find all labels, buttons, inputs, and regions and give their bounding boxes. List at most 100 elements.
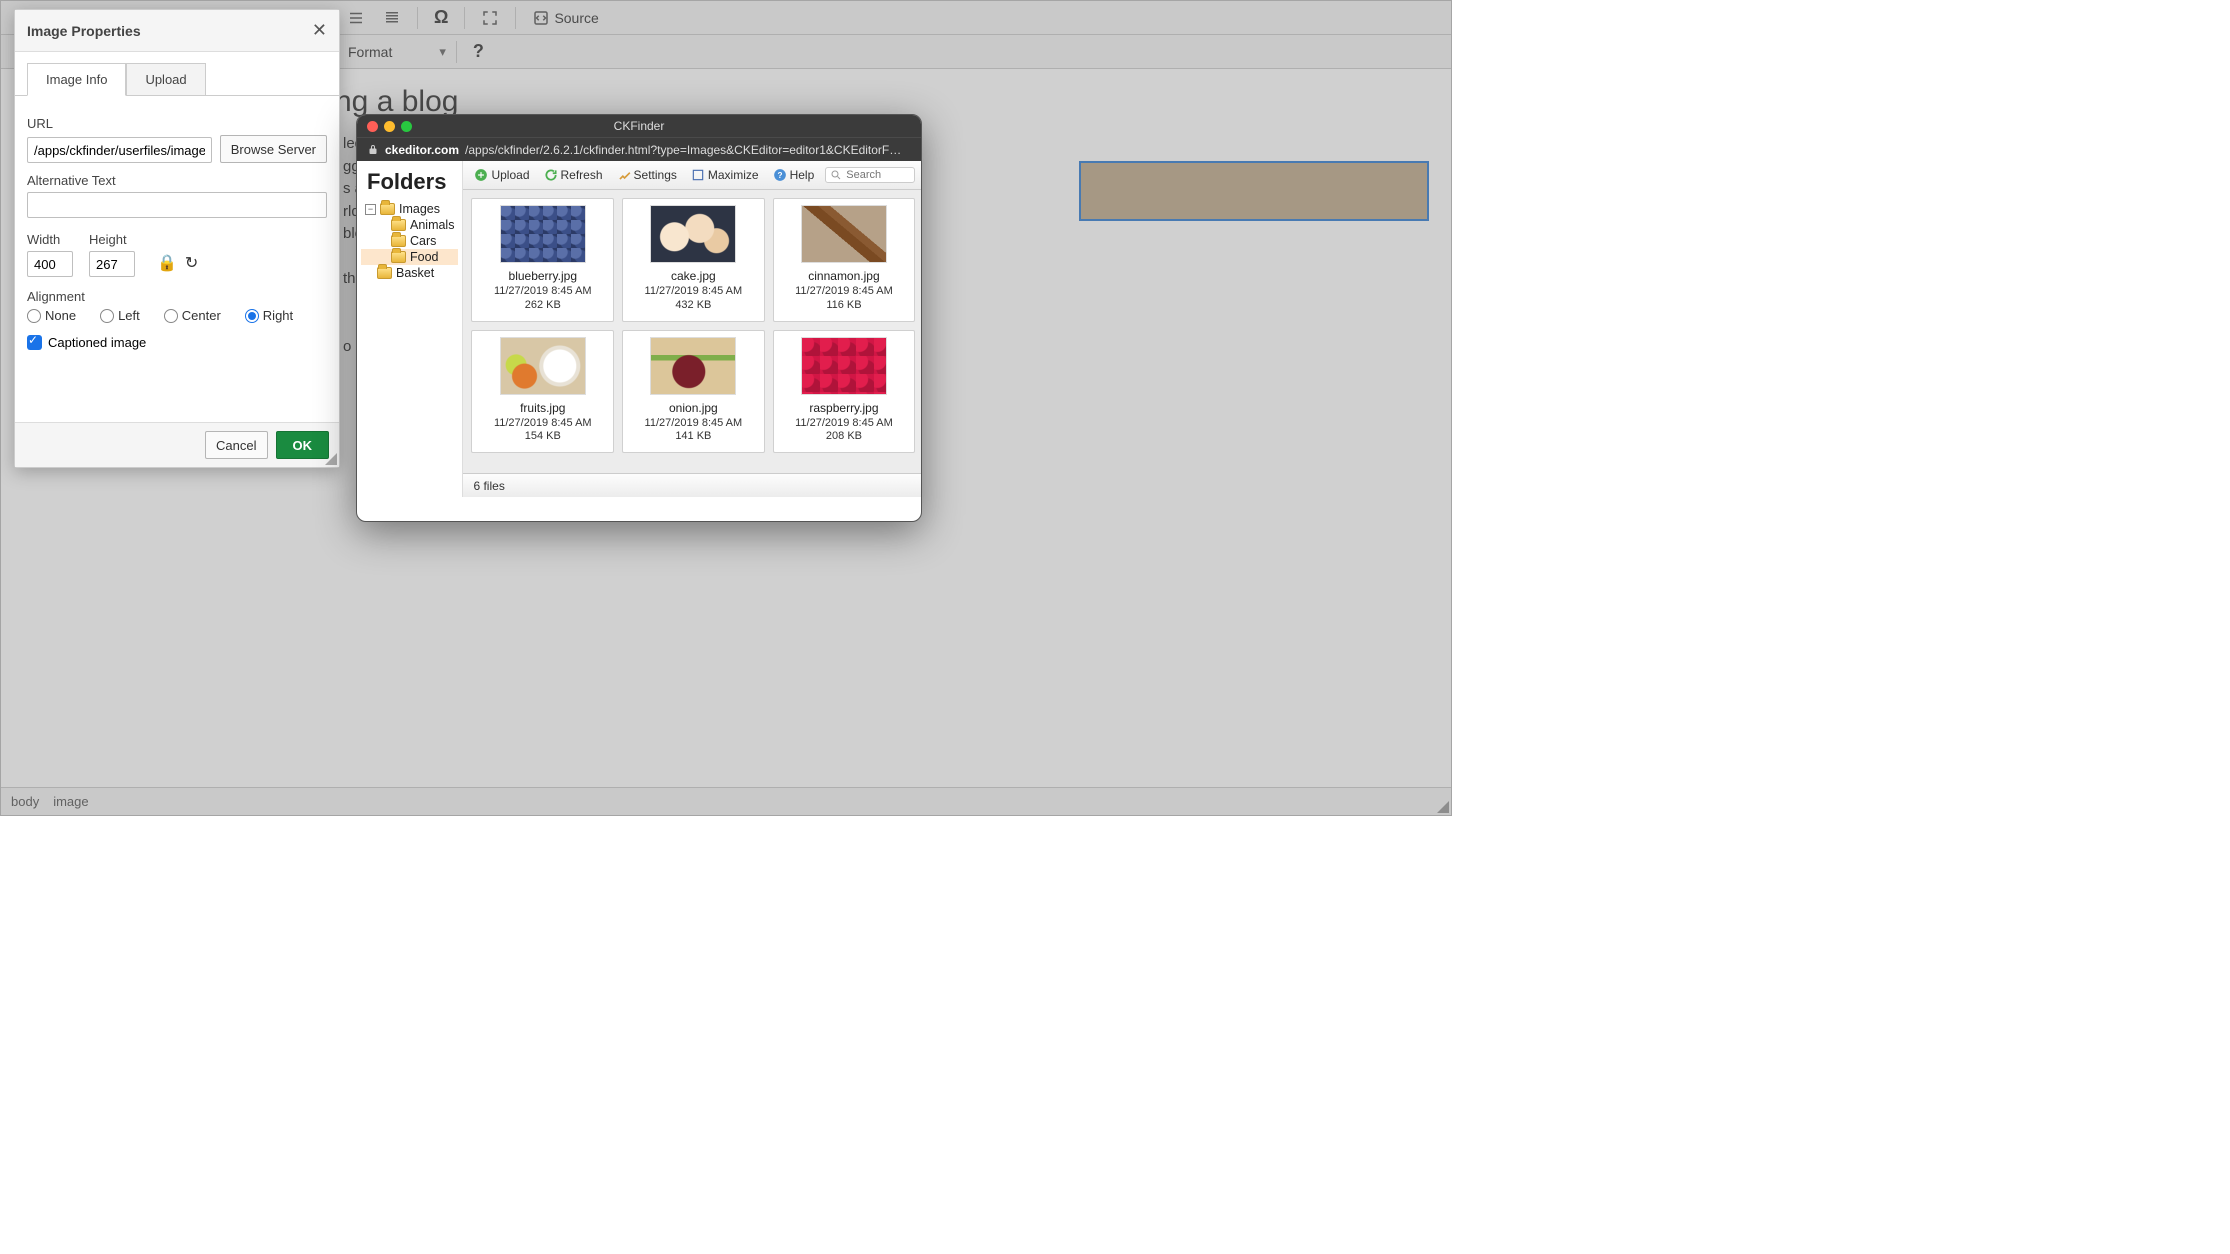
tree-node-food[interactable]: Food bbox=[361, 249, 458, 265]
selected-image-placeholder[interactable] bbox=[1079, 161, 1429, 221]
omega-icon[interactable]: Ω bbox=[428, 5, 454, 30]
file-name: fruits.jpg bbox=[520, 401, 565, 415]
lock-icon bbox=[367, 144, 379, 156]
height-input[interactable] bbox=[89, 251, 135, 277]
ok-button[interactable]: OK bbox=[276, 431, 330, 459]
justify-icon[interactable] bbox=[341, 7, 371, 29]
file-name: cake.jpg bbox=[671, 269, 716, 283]
file-thumbnail bbox=[801, 337, 887, 395]
elements-path-body[interactable]: body bbox=[11, 794, 39, 809]
file-thumbnail bbox=[650, 337, 736, 395]
file-item[interactable]: blueberry.jpg 11/27/2019 8:45 AM262 KB bbox=[471, 198, 614, 322]
help-button[interactable]: ? Help bbox=[770, 166, 818, 184]
toolbar-separator bbox=[456, 41, 457, 63]
lock-ratio-icon[interactable]: 🔒 bbox=[157, 253, 177, 273]
toolbar-separator bbox=[417, 7, 418, 29]
help-icon[interactable]: ? bbox=[467, 39, 490, 64]
tab-image-info[interactable]: Image Info bbox=[27, 63, 126, 96]
alignment-radio-group: None Left Center Right bbox=[27, 308, 327, 323]
browse-server-button[interactable]: Browse Server bbox=[220, 135, 327, 163]
dialog-footer: Cancel OK bbox=[15, 422, 339, 467]
collapse-icon[interactable]: − bbox=[365, 204, 376, 215]
file-item[interactable]: onion.jpg 11/27/2019 8:45 AM141 KB bbox=[622, 330, 765, 454]
file-size: 141 KB bbox=[675, 430, 711, 444]
file-size: 154 KB bbox=[525, 430, 561, 444]
maximize-button[interactable]: Maximize bbox=[688, 166, 762, 184]
height-label: Height bbox=[89, 232, 135, 247]
file-date: 11/27/2019 8:45 AM bbox=[795, 285, 893, 299]
file-size: 262 KB bbox=[525, 299, 561, 313]
file-item[interactable]: raspberry.jpg11/27/2019 8:45 AM208 KB bbox=[773, 330, 916, 454]
align-center[interactable]: Center bbox=[164, 308, 221, 323]
editor-status-bar: body image bbox=[1, 787, 1451, 815]
justify-full-icon[interactable] bbox=[377, 7, 407, 29]
captioned-image-checkbox[interactable]: Captioned image bbox=[27, 335, 327, 350]
finder-toolbar: Upload Refresh Settings Maximize ? Help bbox=[463, 161, 922, 190]
zoom-window-icon[interactable] bbox=[401, 121, 412, 132]
settings-button[interactable]: Settings bbox=[614, 166, 680, 184]
upload-button[interactable]: Upload bbox=[471, 166, 532, 184]
search-input[interactable] bbox=[846, 169, 906, 181]
tree-node-images[interactable]: − Images bbox=[361, 201, 458, 217]
folder-tree-panel: Folders − Images Animals Cars Food Baske… bbox=[357, 161, 463, 497]
file-item[interactable]: cinnamon.jpg11/27/2019 8:45 AM116 KB bbox=[773, 198, 916, 322]
close-window-icon[interactable] bbox=[367, 121, 378, 132]
source-label: Source bbox=[554, 10, 598, 26]
folder-icon bbox=[377, 267, 392, 279]
reset-size-icon[interactable]: ↻ bbox=[185, 253, 198, 273]
file-date: 11/27/2019 8:45 AM bbox=[645, 417, 743, 431]
folder-icon bbox=[391, 219, 406, 231]
width-label: Width bbox=[27, 232, 73, 247]
file-thumbnail bbox=[801, 205, 887, 263]
file-name: blueberry.jpg bbox=[509, 269, 577, 283]
file-date: 11/27/2019 8:45 AM bbox=[494, 285, 592, 299]
folder-icon bbox=[391, 235, 406, 247]
alt-text-label: Alternative Text bbox=[27, 173, 327, 188]
window-controls bbox=[367, 121, 412, 132]
file-date: 11/27/2019 8:45 AM bbox=[645, 285, 743, 299]
align-none[interactable]: None bbox=[27, 308, 76, 323]
format-label: Format bbox=[348, 44, 392, 60]
tab-upload[interactable]: Upload bbox=[126, 63, 205, 96]
format-dropdown[interactable]: Format bbox=[341, 41, 433, 63]
align-left[interactable]: Left bbox=[100, 308, 140, 323]
dialog-header: Image Properties ✕ bbox=[15, 10, 339, 52]
file-item[interactable]: cake.jpg 11/27/2019 8:45 AM432 KB bbox=[622, 198, 765, 322]
refresh-button[interactable]: Refresh bbox=[541, 166, 606, 184]
minimize-window-icon[interactable] bbox=[384, 121, 395, 132]
chevron-down-icon[interactable]: ▾ bbox=[439, 44, 446, 60]
source-button[interactable]: Source bbox=[526, 7, 604, 29]
file-grid: blueberry.jpg11/27/2019 8:45 AM262 KBcak… bbox=[463, 190, 922, 473]
file-size: 208 KB bbox=[826, 430, 862, 444]
tree-node-animals[interactable]: Animals bbox=[361, 217, 458, 233]
search-box[interactable] bbox=[825, 167, 915, 183]
image-properties-dialog: Image Properties ✕ Image Info Upload URL… bbox=[14, 9, 340, 468]
file-thumbnail bbox=[500, 205, 586, 263]
resize-grip-icon[interactable] bbox=[1437, 801, 1449, 813]
window-titlebar[interactable]: CKFinder bbox=[357, 115, 921, 137]
file-count: 6 files bbox=[473, 479, 504, 493]
address-bar[interactable]: ckeditor.com/apps/ckfinder/2.6.2.1/ckfin… bbox=[357, 137, 921, 161]
address-path: /apps/ckfinder/2.6.2.1/ckfinder.html?typ… bbox=[465, 143, 901, 157]
dialog-title: Image Properties bbox=[27, 23, 141, 39]
tree-node-cars[interactable]: Cars bbox=[361, 233, 458, 249]
width-input[interactable] bbox=[27, 251, 73, 277]
url-input[interactable] bbox=[27, 137, 212, 163]
file-name: onion.jpg bbox=[669, 401, 718, 415]
cancel-button[interactable]: Cancel bbox=[205, 431, 267, 459]
align-right[interactable]: Right bbox=[245, 308, 293, 323]
file-size: 432 KB bbox=[675, 299, 711, 313]
file-thumbnail bbox=[500, 337, 586, 395]
alt-text-input[interactable] bbox=[27, 192, 327, 218]
folder-icon bbox=[391, 251, 406, 263]
address-host: ckeditor.com bbox=[385, 143, 459, 157]
tree-node-basket[interactable]: Basket bbox=[361, 265, 458, 281]
dialog-body: URL Browse Server Alternative Text Width… bbox=[15, 95, 339, 422]
maximize-icon[interactable] bbox=[475, 7, 505, 29]
finder-status-bar: 6 files bbox=[463, 473, 922, 497]
file-thumbnail bbox=[650, 205, 736, 263]
file-item[interactable]: fruits.jpg11/27/2019 8:45 AM154 KB bbox=[471, 330, 614, 454]
resize-grip-icon[interactable] bbox=[325, 453, 337, 465]
close-icon[interactable]: ✕ bbox=[312, 20, 327, 41]
elements-path-image[interactable]: image bbox=[53, 794, 88, 809]
